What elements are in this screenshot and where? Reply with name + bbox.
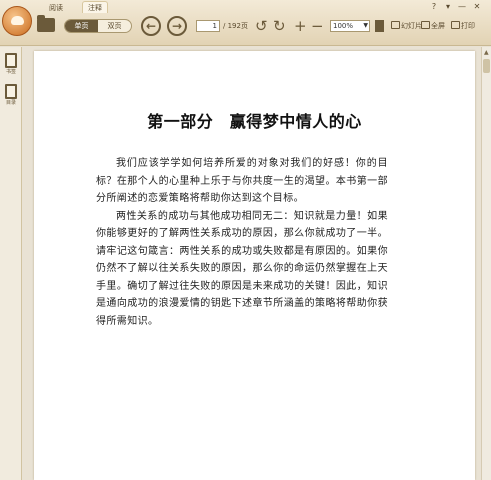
slideshow-button[interactable]: 幻灯片 — [391, 21, 422, 31]
zoom-out-icon[interactable]: − — [311, 17, 324, 35]
menu-note[interactable]: 注释 — [82, 1, 108, 13]
bookmark-icon — [5, 53, 17, 68]
minimize-button[interactable]: — — [457, 2, 467, 11]
document-page: 第一部分 赢得梦中情人的心 我们应该学学如何培养所爱的对象对我们的好感！你的目标… — [34, 51, 475, 480]
fit-width-icon[interactable] — [375, 20, 384, 32]
double-page-button[interactable]: 双页 — [98, 20, 131, 32]
page-total: / 192页 — [223, 22, 248, 30]
page-number-input[interactable]: 1 — [196, 20, 220, 32]
toc-icon — [5, 84, 17, 99]
sidebar-item-label: 书签 — [5, 69, 16, 75]
toolbar: 阅读 注释 ? ▾ — ✕ 单页 双页 ← → 1 / 192页 ↺ ↻ + −… — [0, 0, 491, 46]
document-viewport[interactable]: 第一部分 赢得梦中情人的心 我们应该学学如何培养所爱的对象对我们的好感！你的目标… — [22, 47, 481, 480]
sidebar: 书签 目录 — [0, 47, 22, 480]
chevron-down-icon: ▼ — [363, 22, 368, 29]
paragraph: 我们应该学学如何培养所爱的对象对我们的好感！你的目标？在那个人的心里种上乐于与你… — [96, 158, 388, 204]
sidebar-item-toc[interactable]: 目录 — [3, 84, 19, 107]
zoom-value: 100% — [333, 22, 354, 30]
rotate-left-icon[interactable]: ↺ — [255, 17, 268, 35]
help-icon[interactable]: ? — [429, 2, 439, 11]
slideshow-icon — [391, 21, 400, 29]
zoom-in-icon[interactable]: + — [294, 17, 307, 35]
zoom-select[interactable]: 100% ▼ — [330, 20, 370, 32]
rotate-right-icon[interactable]: ↻ — [273, 17, 286, 35]
paragraph: 两性关系的成功与其他成功相同无二：知识就是力量！如果你能够更好的了解两性关系成功… — [96, 210, 388, 327]
dropdown-icon[interactable]: ▾ — [443, 2, 453, 11]
menu-read[interactable]: 阅读 — [49, 2, 63, 14]
sidebar-item-bookmarks[interactable]: 书签 — [3, 53, 19, 76]
next-page-button[interactable]: → — [167, 16, 187, 36]
close-button[interactable]: ✕ — [472, 2, 482, 11]
page-body: 我们应该学学如何培养所爱的对象对我们的好感！你的目标？在那个人的心里种上乐于与你… — [96, 155, 388, 330]
sidebar-item-label: 目录 — [5, 100, 16, 106]
prev-page-button[interactable]: ← — [141, 16, 161, 36]
view-mode-toggle[interactable]: 单页 双页 — [64, 19, 132, 33]
open-folder-icon[interactable] — [37, 15, 55, 32]
vertical-scrollbar[interactable]: ▲ — [481, 47, 491, 480]
page-title: 第一部分 赢得梦中情人的心 — [147, 112, 362, 131]
print-icon — [451, 21, 460, 29]
print-button[interactable]: 打印 — [451, 21, 475, 31]
fullscreen-icon — [421, 21, 430, 29]
scroll-thumb[interactable] — [483, 59, 490, 73]
app-logo-icon[interactable] — [2, 6, 32, 36]
fullscreen-button[interactable]: 全屏 — [421, 21, 445, 31]
single-page-button[interactable]: 单页 — [65, 20, 98, 32]
scroll-up-icon[interactable]: ▲ — [484, 49, 489, 56]
